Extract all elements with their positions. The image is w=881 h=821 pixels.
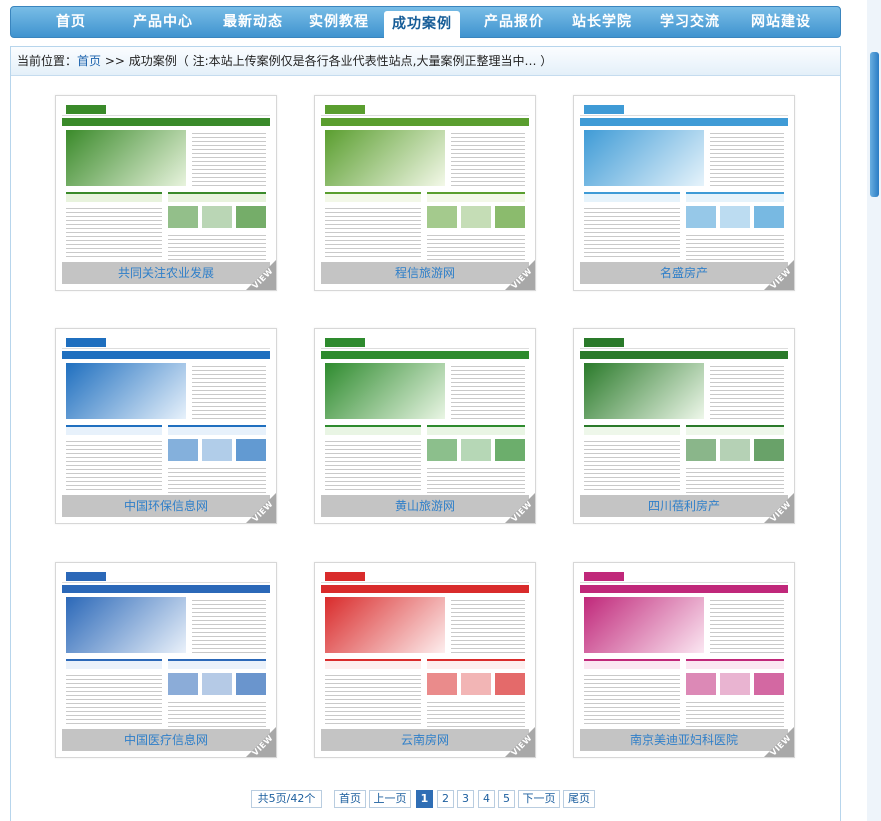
case-card[interactable]: 名盛房产 VIEW <box>573 95 795 291</box>
view-corner-badge: VIEW <box>764 260 794 290</box>
breadcrumb: 当前位置：首页 >> 成功案例（ 注:本站上传案例仅是各行各业代表性站点,大量案… <box>11 47 840 76</box>
case-title[interactable]: 四川蓓利房产 <box>580 495 788 517</box>
view-corner-badge: VIEW <box>246 493 276 523</box>
case-title[interactable]: 中国环保信息网 <box>62 495 270 517</box>
case-card[interactable]: 黄山旅游网 VIEW <box>314 328 536 524</box>
case-card[interactable]: 中国医疗信息网 VIEW <box>55 562 277 758</box>
pagination-last-button[interactable]: 尾页 <box>563 790 595 808</box>
case-thumbnail[interactable] <box>580 335 788 497</box>
case-thumbnail[interactable] <box>62 335 270 497</box>
pagination-summary: 共5页/42个 <box>251 790 322 808</box>
main-nav: 首页 产品中心 最新动态 实例教程 成功案例 产品报价 站长学院 学习交流 网站… <box>10 6 841 39</box>
pagination-page-2[interactable]: 2 <box>437 790 454 808</box>
nav-item-news[interactable]: 最新动态 <box>207 7 299 39</box>
case-thumbnail[interactable] <box>580 102 788 264</box>
case-card[interactable]: 四川蓓利房产 VIEW <box>573 328 795 524</box>
view-corner-badge: VIEW <box>505 493 535 523</box>
pagination-page-1[interactable]: 1 <box>416 790 433 808</box>
pagination-page-4[interactable]: 4 <box>478 790 495 808</box>
view-corner-badge: VIEW <box>764 727 794 757</box>
breadcrumb-home-link[interactable]: 首页 <box>77 54 101 68</box>
view-corner-badge: VIEW <box>246 727 276 757</box>
breadcrumb-separator: >> <box>101 54 129 68</box>
case-title[interactable]: 共同关注农业发展 <box>62 262 270 284</box>
nav-item-cases[interactable]: 成功案例 <box>384 11 460 39</box>
case-thumbnail[interactable] <box>62 569 270 731</box>
view-corner-badge: VIEW <box>246 260 276 290</box>
case-thumbnail[interactable] <box>321 335 529 497</box>
case-thumbnail[interactable] <box>321 102 529 264</box>
nav-item-site-building[interactable]: 网站建设 <box>735 7 827 39</box>
case-title[interactable]: 南京美迪亚妇科医院 <box>580 729 788 751</box>
case-card[interactable]: 中国环保信息网 VIEW <box>55 328 277 524</box>
case-title[interactable]: 黄山旅游网 <box>321 495 529 517</box>
case-title[interactable]: 程信旅游网 <box>321 262 529 284</box>
breadcrumb-note: （ 注:本站上传案例仅是各行各业代表性站点,大量案例正整理当中… ） <box>176 54 553 68</box>
pagination-next-button[interactable]: 下一页 <box>518 790 560 808</box>
nav-item-community[interactable]: 学习交流 <box>644 7 736 39</box>
case-title[interactable]: 云南房网 <box>321 729 529 751</box>
nav-item-home[interactable]: 首页 <box>25 7 117 39</box>
view-corner-badge: VIEW <box>764 493 794 523</box>
pagination-prev-button[interactable]: 上一页 <box>369 790 411 808</box>
nav-item-tutorials[interactable]: 实例教程 <box>293 7 385 39</box>
case-thumbnail[interactable] <box>321 569 529 731</box>
nav-item-pricing[interactable]: 产品报价 <box>468 7 560 39</box>
pagination-page-5[interactable]: 5 <box>498 790 515 808</box>
pagination-first-button[interactable]: 首页 <box>334 790 366 808</box>
case-card[interactable]: 程信旅游网 VIEW <box>314 95 536 291</box>
breadcrumb-current: 成功案例 <box>128 54 177 68</box>
pagination-page-3[interactable]: 3 <box>457 790 474 808</box>
vertical-scrollbar[interactable] <box>867 0 881 821</box>
case-title[interactable]: 名盛房产 <box>580 262 788 284</box>
view-corner-badge: VIEW <box>505 260 535 290</box>
nav-item-products[interactable]: 产品中心 <box>117 7 209 39</box>
case-card[interactable]: 共同关注农业发展 VIEW <box>55 95 277 291</box>
scrollbar-thumb[interactable] <box>870 52 879 197</box>
case-card[interactable]: 云南房网 VIEW <box>314 562 536 758</box>
case-thumbnail[interactable] <box>580 569 788 731</box>
case-title[interactable]: 中国医疗信息网 <box>62 729 270 751</box>
case-thumbnail[interactable] <box>62 102 270 264</box>
view-corner-badge: VIEW <box>505 727 535 757</box>
nav-item-academy[interactable]: 站长学院 <box>556 7 648 39</box>
case-card[interactable]: 南京美迪亚妇科医院 VIEW <box>573 562 795 758</box>
breadcrumb-prefix: 当前位置： <box>17 54 78 68</box>
